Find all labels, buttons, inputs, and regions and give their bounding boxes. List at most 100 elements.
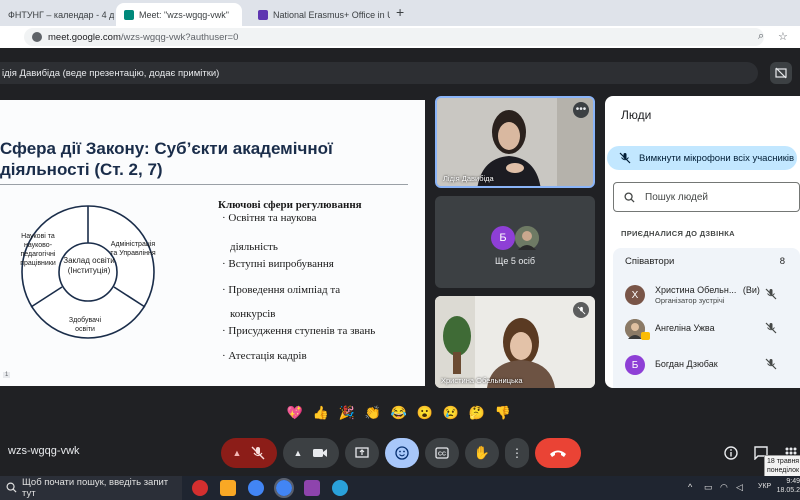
mic-off-icon	[573, 302, 589, 318]
meeting-code: wzs-wgqg-vwk	[8, 445, 80, 457]
reaction-thumbs-down[interactable]: 👎	[494, 404, 512, 422]
mic-off-icon[interactable]	[765, 322, 777, 334]
participant-avatar: Х	[625, 285, 645, 305]
address-bar-row: meet.google.com/wzs-wgqg-vwk?authuser=0 …	[0, 26, 800, 48]
tooltip-weekday: понеділок	[767, 467, 800, 474]
presentation-info-bar: ідія Давибіда (веде презентацію, додає п…	[0, 62, 758, 84]
network-icon[interactable]: ▭	[704, 482, 713, 493]
reaction-party[interactable]: 🎉	[338, 404, 356, 422]
mic-off-icon	[251, 446, 265, 460]
slide-bullet: · Атестація кадрів	[222, 350, 307, 362]
tab-meet[interactable]: Meet: "wzs-wgqg-vwk" ✕	[116, 3, 242, 26]
camera-control[interactable]: ▲	[283, 438, 339, 468]
tab-calendar-label: ФНТУНГ – календар - 4 дні, ...	[8, 9, 114, 20]
participant-row[interactable]: Ангеліна Ужва	[625, 318, 795, 342]
tab-calendar[interactable]: ФНТУНГ – календар - 4 дні, ... ✕	[0, 3, 114, 26]
slide-bullet-continued: діяльність	[230, 241, 278, 253]
browser-tab-strip: ФНТУНГ – календар - 4 дні, ... ✕ Meet: "…	[0, 0, 800, 26]
meet-favicon-icon	[124, 9, 134, 20]
reaction-clap[interactable]: 👏	[364, 404, 382, 422]
reaction-heart[interactable]: 💖	[286, 404, 304, 422]
more-options-icon[interactable]: •••	[573, 102, 589, 118]
chrome-app-icon[interactable]	[248, 480, 264, 496]
reaction-surprised[interactable]: 😮	[416, 404, 434, 422]
participant-row[interactable]: Х Христина Обельн... (Ви) Організатор зу…	[625, 284, 795, 308]
slide-right-heading: Ключові сфери регулювання	[218, 199, 362, 211]
mic-off-icon[interactable]	[765, 358, 777, 370]
camera-icon	[313, 449, 328, 457]
url-path: /wzs-wgqg-vwk?authuser=0	[120, 31, 239, 43]
diagram-segment-students: Здобувачі освіти	[68, 317, 102, 333]
viber-app-icon[interactable]	[304, 480, 320, 496]
chevron-up-icon[interactable]: ▲	[233, 448, 242, 458]
chrome-app-active-icon[interactable]	[274, 478, 294, 498]
present-button[interactable]	[345, 438, 379, 468]
captions-button[interactable]: CC	[425, 438, 459, 468]
more-vert-icon: ⋮	[511, 446, 523, 460]
joined-heading: ПРИЄДНАЛИСЯ ДО ДЗВІНКА	[621, 229, 735, 238]
reaction-thinking[interactable]: 🤔	[468, 404, 486, 422]
wifi-icon[interactable]: ◠	[720, 482, 728, 493]
cohosts-group-title[interactable]: Співавтори	[625, 256, 674, 267]
file-explorer-icon[interactable]	[220, 480, 236, 496]
meeting-details-icon[interactable]	[722, 444, 740, 462]
mute-all-button[interactable]: Вимкнути мікрофони всіх учасників	[607, 146, 797, 170]
present-screen-icon	[355, 447, 369, 458]
more-participants-tile[interactable]: Б Ще 5 осіб	[435, 196, 595, 288]
leave-call-button[interactable]	[535, 438, 581, 468]
taskbar-clock[interactable]: 9:49 18.05.2	[772, 477, 800, 495]
people-search-input[interactable]: Пошук людей	[613, 182, 800, 212]
presentation-slide: Сфера дії Закону: Суб’єкти академічної д…	[0, 100, 425, 386]
search-icon	[6, 482, 17, 496]
diagram-center-label: Заклад освіти (Інституція)	[63, 256, 115, 275]
telegram-app-icon[interactable]	[332, 480, 348, 496]
reactions-button[interactable]	[385, 438, 419, 468]
zoom-icon[interactable]: ⌕	[758, 30, 764, 43]
diagram-segment-admin: Адміністрація та Управління	[110, 241, 156, 257]
slide-bullet: · Проведення олімпіад та	[222, 284, 341, 296]
opera-app-icon[interactable]	[192, 480, 208, 496]
tab-erasmus[interactable]: National Erasmus+ Office in Ukr... ✕	[250, 3, 390, 26]
url-field[interactable]: meet.google.com/wzs-wgqg-vwk?authuser=0	[24, 28, 764, 46]
volume-icon[interactable]: ◁	[736, 482, 743, 493]
slide-divider	[0, 184, 408, 185]
reaction-thumbs-up[interactable]: 👍	[312, 404, 330, 422]
tab-erasmus-label: National Erasmus+ Office in Ukr...	[273, 9, 390, 20]
tray-chevron-icon[interactable]: ^	[688, 482, 692, 492]
people-panel-title: Люди	[621, 108, 652, 122]
self-video-tile[interactable]: Христина Обельницька	[435, 296, 595, 388]
presenter-name: Лідія Давибіда	[443, 174, 494, 183]
stop-presenting-icon[interactable]	[770, 62, 792, 84]
presenter-video-tile[interactable]: ••• Лідія Давибіда	[435, 96, 595, 188]
more-options-button[interactable]: ⋮	[505, 438, 529, 468]
participant-avatar: Б	[491, 226, 515, 250]
participant-avatar: Б	[625, 355, 645, 375]
site-info-icon[interactable]	[32, 32, 42, 42]
new-tab-button[interactable]: +	[396, 4, 404, 20]
bookmark-star-icon[interactable]: ☆	[778, 30, 788, 43]
slide-bullet-continued: конкурсів	[230, 308, 276, 320]
reaction-sad[interactable]: 😢	[442, 404, 460, 422]
slide-title: Сфера дії Закону: Суб’єкти академічної д…	[0, 139, 333, 179]
microphone-control[interactable]: ▲	[221, 438, 277, 468]
participant-name: Ангеліна Ужва	[655, 323, 715, 333]
keyboard-language[interactable]: УКР	[758, 483, 771, 490]
mic-off-icon[interactable]	[765, 288, 777, 300]
erasmus-favicon-icon	[258, 9, 268, 20]
self-name: Христина Обельницька	[441, 376, 523, 385]
date-tooltip: 18 травня понеділок	[764, 455, 800, 477]
hang-up-icon	[550, 450, 566, 457]
cohosts-group: Співавтори 8 Х Христина Обельн... (Ви) О…	[613, 248, 800, 388]
diagram-segment-staff: Наукові та науково-педагогічні працівник…	[20, 233, 56, 267]
chevron-up-icon[interactable]: ▲	[294, 448, 303, 458]
participant-name: Христина Обельн...	[655, 285, 737, 295]
tooltip-date: 18 травня	[767, 458, 800, 465]
tab-meet-label: Meet: "wzs-wgqg-vwk"	[139, 9, 229, 20]
participant-role: Організатор зустрічі	[655, 296, 725, 305]
participant-name: Богдан Дзюбак	[655, 359, 718, 369]
reaction-laugh[interactable]: 😂	[390, 404, 408, 422]
participant-row[interactable]: Б Богдан Дзюбак	[625, 354, 795, 378]
raise-hand-button[interactable]: ✋	[465, 438, 499, 468]
cohosts-group-count: 8	[779, 256, 785, 267]
taskbar-search-input[interactable]: Щоб почати пошук, введіть запит тут	[0, 476, 182, 500]
